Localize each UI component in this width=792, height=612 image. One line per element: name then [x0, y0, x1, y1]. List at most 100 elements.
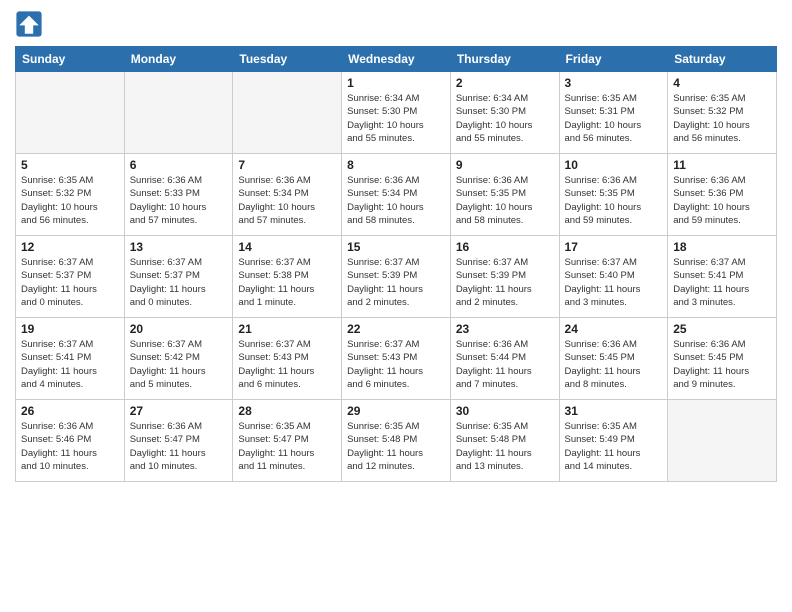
day-info: Sunrise: 6:37 AM Sunset: 5:37 PM Dayligh…	[130, 256, 228, 309]
day-info: Sunrise: 6:35 AM Sunset: 5:48 PM Dayligh…	[347, 420, 445, 473]
day-info: Sunrise: 6:34 AM Sunset: 5:30 PM Dayligh…	[456, 92, 554, 145]
day-info: Sunrise: 6:36 AM Sunset: 5:34 PM Dayligh…	[238, 174, 336, 227]
weekday-header-saturday: Saturday	[668, 47, 777, 72]
day-info: Sunrise: 6:37 AM Sunset: 5:38 PM Dayligh…	[238, 256, 336, 309]
calendar-cell: 20Sunrise: 6:37 AM Sunset: 5:42 PM Dayli…	[124, 318, 233, 400]
day-number: 31	[565, 404, 663, 418]
calendar-cell: 3Sunrise: 6:35 AM Sunset: 5:31 PM Daylig…	[559, 72, 668, 154]
day-info: Sunrise: 6:37 AM Sunset: 5:40 PM Dayligh…	[565, 256, 663, 309]
weekday-header-thursday: Thursday	[450, 47, 559, 72]
day-number: 14	[238, 240, 336, 254]
calendar-cell: 6 Sunrise: 6:36 AM Sunset: 5:33 PM Daylig…	[124, 154, 233, 236]
week-row-2: 5 Sunrise: 6:35 AM Sunset: 5:32 PM Daylig…	[16, 154, 777, 236]
calendar-cell	[668, 400, 777, 482]
calendar-cell: 25 Sunrise: 6:36 AM Sunset: 5:45 PM Dayli…	[668, 318, 777, 400]
day-info: Sunrise: 6:37 AM Sunset: 5:43 PM Dayligh…	[238, 338, 336, 391]
day-number: 20	[130, 322, 228, 336]
day-number: 26	[21, 404, 119, 418]
calendar-cell: 28 Sunrise: 6:35 AM Sunset: 5:47 PM Dayli…	[233, 400, 342, 482]
day-number: 5	[21, 158, 119, 172]
calendar-cell: 22Sunrise: 6:37 AM Sunset: 5:43 PM Dayli…	[342, 318, 451, 400]
calendar-cell: 1 Sunrise: 6:34 AM Sunset: 5:30 PM Daylig…	[342, 72, 451, 154]
calendar-cell: 9Sunrise: 6:36 AM Sunset: 5:35 PM Daylig…	[450, 154, 559, 236]
calendar-cell: 14 Sunrise: 6:37 AM Sunset: 5:38 PM Dayli…	[233, 236, 342, 318]
day-number: 17	[565, 240, 663, 254]
day-number: 2	[456, 76, 554, 90]
logo-icon	[15, 10, 43, 38]
day-info: Sunrise: 6:36 AM Sunset: 5:33 PM Dayligh…	[130, 174, 228, 227]
weekday-header-wednesday: Wednesday	[342, 47, 451, 72]
day-info: Sunrise: 6:35 AM Sunset: 5:48 PM Dayligh…	[456, 420, 554, 473]
week-row-3: 12 Sunrise: 6:37 AM Sunset: 5:37 PM Dayli…	[16, 236, 777, 318]
calendar-cell: 4Sunrise: 6:35 AM Sunset: 5:32 PM Daylig…	[668, 72, 777, 154]
day-number: 11	[673, 158, 771, 172]
calendar-cell: 17 Sunrise: 6:37 AM Sunset: 5:40 PM Dayli…	[559, 236, 668, 318]
day-info: Sunrise: 6:36 AM Sunset: 5:44 PM Dayligh…	[456, 338, 554, 391]
calendar-cell: 16 Sunrise: 6:37 AM Sunset: 5:39 PM Dayli…	[450, 236, 559, 318]
day-info: Sunrise: 6:37 AM Sunset: 5:41 PM Dayligh…	[673, 256, 771, 309]
day-info: Sunrise: 6:35 AM Sunset: 5:32 PM Dayligh…	[21, 174, 119, 227]
calendar-cell: 23 Sunrise: 6:36 AM Sunset: 5:44 PM Dayli…	[450, 318, 559, 400]
logo	[15, 10, 47, 38]
day-info: Sunrise: 6:34 AM Sunset: 5:30 PM Dayligh…	[347, 92, 445, 145]
calendar-cell: 13 Sunrise: 6:37 AM Sunset: 5:37 PM Dayli…	[124, 236, 233, 318]
day-number: 8	[347, 158, 445, 172]
day-number: 23	[456, 322, 554, 336]
day-info: Sunrise: 6:37 AM Sunset: 5:43 PM Dayligh…	[347, 338, 445, 391]
day-number: 12	[21, 240, 119, 254]
week-row-4: 19Sunrise: 6:37 AM Sunset: 5:41 PM Dayli…	[16, 318, 777, 400]
day-number: 27	[130, 404, 228, 418]
day-number: 1	[347, 76, 445, 90]
calendar-cell: 30 Sunrise: 6:35 AM Sunset: 5:48 PM Dayli…	[450, 400, 559, 482]
day-info: Sunrise: 6:35 AM Sunset: 5:49 PM Dayligh…	[565, 420, 663, 473]
calendar-cell: 8 Sunrise: 6:36 AM Sunset: 5:34 PM Daylig…	[342, 154, 451, 236]
day-info: Sunrise: 6:37 AM Sunset: 5:37 PM Dayligh…	[21, 256, 119, 309]
day-number: 9	[456, 158, 554, 172]
week-row-1: 1 Sunrise: 6:34 AM Sunset: 5:30 PM Daylig…	[16, 72, 777, 154]
calendar-cell: 12 Sunrise: 6:37 AM Sunset: 5:37 PM Dayli…	[16, 236, 125, 318]
calendar-cell	[233, 72, 342, 154]
day-number: 15	[347, 240, 445, 254]
calendar-cell: 10Sunrise: 6:36 AM Sunset: 5:35 PM Dayli…	[559, 154, 668, 236]
calendar-cell: 15 Sunrise: 6:37 AM Sunset: 5:39 PM Dayli…	[342, 236, 451, 318]
day-number: 28	[238, 404, 336, 418]
calendar-cell: 11Sunrise: 6:36 AM Sunset: 5:36 PM Dayli…	[668, 154, 777, 236]
weekday-header-friday: Friday	[559, 47, 668, 72]
day-info: Sunrise: 6:37 AM Sunset: 5:39 PM Dayligh…	[456, 256, 554, 309]
calendar-cell	[16, 72, 125, 154]
week-row-5: 26Sunrise: 6:36 AM Sunset: 5:46 PM Dayli…	[16, 400, 777, 482]
calendar-cell: 26Sunrise: 6:36 AM Sunset: 5:46 PM Dayli…	[16, 400, 125, 482]
header	[15, 10, 777, 38]
calendar-cell: 7 Sunrise: 6:36 AM Sunset: 5:34 PM Daylig…	[233, 154, 342, 236]
calendar-cell: 29 Sunrise: 6:35 AM Sunset: 5:48 PM Dayli…	[342, 400, 451, 482]
day-number: 6	[130, 158, 228, 172]
day-info: Sunrise: 6:36 AM Sunset: 5:45 PM Dayligh…	[673, 338, 771, 391]
calendar-cell: 2 Sunrise: 6:34 AM Sunset: 5:30 PM Daylig…	[450, 72, 559, 154]
calendar-cell: 5 Sunrise: 6:35 AM Sunset: 5:32 PM Daylig…	[16, 154, 125, 236]
day-number: 16	[456, 240, 554, 254]
day-number: 7	[238, 158, 336, 172]
weekday-header-tuesday: Tuesday	[233, 47, 342, 72]
day-number: 30	[456, 404, 554, 418]
day-number: 18	[673, 240, 771, 254]
day-number: 13	[130, 240, 228, 254]
day-info: Sunrise: 6:37 AM Sunset: 5:39 PM Dayligh…	[347, 256, 445, 309]
day-info: Sunrise: 6:36 AM Sunset: 5:45 PM Dayligh…	[565, 338, 663, 391]
day-number: 19	[21, 322, 119, 336]
page-container: SundayMondayTuesdayWednesdayThursdayFrid…	[0, 0, 792, 492]
day-number: 24	[565, 322, 663, 336]
weekday-header-monday: Monday	[124, 47, 233, 72]
day-number: 29	[347, 404, 445, 418]
day-number: 21	[238, 322, 336, 336]
day-number: 10	[565, 158, 663, 172]
day-number: 4	[673, 76, 771, 90]
calendar-cell	[124, 72, 233, 154]
calendar-cell: 31 Sunrise: 6:35 AM Sunset: 5:49 PM Dayli…	[559, 400, 668, 482]
calendar-cell: 27Sunrise: 6:36 AM Sunset: 5:47 PM Dayli…	[124, 400, 233, 482]
day-number: 25	[673, 322, 771, 336]
day-info: Sunrise: 6:35 AM Sunset: 5:47 PM Dayligh…	[238, 420, 336, 473]
day-info: Sunrise: 6:36 AM Sunset: 5:34 PM Dayligh…	[347, 174, 445, 227]
calendar-cell: 19Sunrise: 6:37 AM Sunset: 5:41 PM Dayli…	[16, 318, 125, 400]
calendar-cell: 24 Sunrise: 6:36 AM Sunset: 5:45 PM Dayli…	[559, 318, 668, 400]
calendar-table: SundayMondayTuesdayWednesdayThursdayFrid…	[15, 46, 777, 482]
